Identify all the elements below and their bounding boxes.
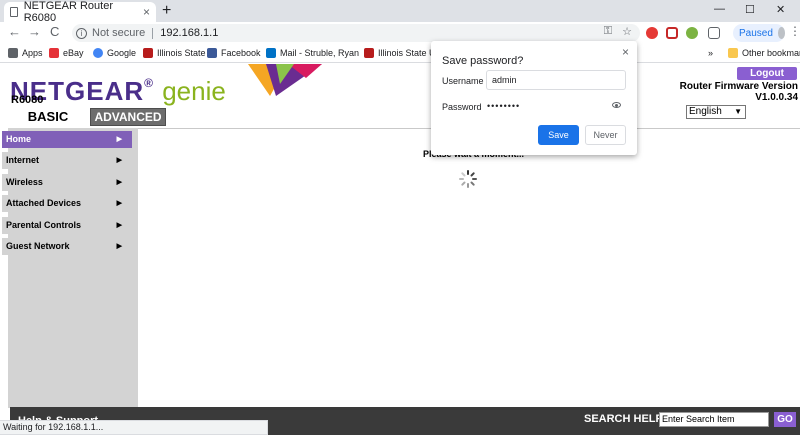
- firmware-label: Router Firmware Version: [679, 81, 798, 92]
- sidebar-item-label: Attached Devices: [6, 198, 82, 208]
- sidebar-item-home[interactable]: Home ▶: [2, 131, 132, 148]
- tab-close-icon[interactable]: ×: [143, 5, 150, 19]
- ebay-icon: [49, 48, 59, 58]
- chevron-right-icon: ▶: [116, 179, 122, 186]
- bookmarks-bar: Apps eBay Google Illinois State Facebook…: [0, 44, 800, 63]
- language-value: English: [689, 106, 722, 117]
- cast-icon[interactable]: [708, 27, 720, 39]
- sidebar-item-label: Parental Controls: [6, 220, 82, 230]
- bookmark-label: Apps: [22, 48, 43, 58]
- sidebar-item-parental-controls[interactable]: Parental Controls ▶: [2, 217, 132, 234]
- chevron-right-icon: ▶: [116, 157, 122, 164]
- password-label: Password: [442, 102, 482, 112]
- not-secure-label: Not secure: [92, 27, 146, 39]
- back-icon[interactable]: ←: [8, 25, 21, 39]
- save-password-dialog: Save password? × Username admin Password…: [431, 41, 637, 155]
- minimize-icon[interactable]: —: [714, 3, 725, 15]
- firmware-version: V1.0.0.34: [755, 92, 798, 103]
- new-tab-button[interactable]: +: [162, 2, 171, 20]
- redbird-icon: [364, 48, 374, 58]
- dropdown-arrow-icon: ▼: [734, 107, 742, 116]
- loading-spinner-icon: [459, 170, 477, 188]
- redbird-icon: [143, 48, 153, 58]
- menu-icon[interactable]: ⋮: [789, 25, 800, 38]
- save-button[interactable]: Save: [538, 125, 579, 145]
- maximize-icon[interactable]: ☐: [745, 3, 755, 16]
- browser-status-bar: Waiting for 192.168.1.1...: [0, 420, 268, 435]
- bookmark-label: Illinois State: [157, 48, 206, 58]
- page-icon: [10, 7, 18, 17]
- key-icon[interactable]: ⚿: [604, 25, 612, 38]
- bookmark-facebook[interactable]: Facebook: [207, 48, 261, 58]
- opera-extension-icon[interactable]: [646, 27, 658, 39]
- password-field[interactable]: ••••••••: [487, 101, 520, 111]
- bookmark-other[interactable]: Other bookmarks: [728, 48, 800, 58]
- sidebar-item-label: Wireless: [6, 177, 43, 187]
- info-icon[interactable]: i: [76, 27, 87, 39]
- tab-advanced[interactable]: ADVANCED: [90, 108, 166, 126]
- bookmark-apps[interactable]: Apps: [8, 48, 43, 58]
- apps-icon: [8, 48, 18, 58]
- bookmark-label: Facebook: [221, 48, 261, 58]
- browser-tab[interactable]: NETGEAR Router R6080 ×: [4, 0, 156, 24]
- logout-button[interactable]: Logout: [737, 67, 797, 80]
- sidebar-item-guest-network[interactable]: Guest Network ▶: [2, 238, 132, 255]
- bookmark-illinois-state[interactable]: Illinois State: [143, 48, 206, 58]
- search-help-input[interactable]: Enter Search Item: [659, 412, 769, 427]
- bookmark-label: Google: [107, 48, 137, 58]
- sidebar-item-attached-devices[interactable]: Attached Devices ▶: [2, 195, 132, 212]
- sidebar-item-label: Guest Network: [6, 241, 70, 251]
- window-close-icon[interactable]: ✕: [776, 3, 785, 16]
- dialog-title: Save password?: [442, 55, 524, 67]
- eye-icon[interactable]: [612, 102, 621, 108]
- pocket-extension-icon[interactable]: [666, 27, 678, 39]
- logo-shards-graphic: [248, 64, 322, 96]
- firmware-info: Router Firmware Version V1.0.0.34: [680, 81, 798, 103]
- bookmark-google[interactable]: Google: [93, 48, 136, 58]
- bookmark-label: Other bookmarks: [742, 48, 800, 58]
- username-field[interactable]: admin: [486, 70, 626, 90]
- reload-icon[interactable]: C: [50, 25, 59, 39]
- address-bar[interactable]: i Not secure 192.168.1.1 ⚿ ☆: [72, 24, 640, 42]
- browser-toolbar: ← → C i Not secure 192.168.1.1 ⚿ ☆ Pause…: [0, 22, 800, 44]
- chevron-right-icon: ▶: [116, 200, 122, 207]
- close-icon[interactable]: ×: [622, 45, 629, 59]
- chevron-right-icon: ▶: [116, 136, 122, 143]
- language-select[interactable]: English ▼: [686, 105, 746, 119]
- bookmarks-overflow[interactable]: »: [708, 48, 713, 58]
- green-extension-icon[interactable]: [686, 27, 698, 39]
- bookmark-mail[interactable]: Mail - Struble, Ryan: [266, 48, 359, 58]
- bookmark-label: eBay: [63, 48, 84, 58]
- sidebar-item-label: Home: [6, 134, 32, 144]
- bookmark-ebay[interactable]: eBay: [49, 48, 84, 58]
- genie-text: genie: [162, 76, 226, 106]
- avatar: [777, 27, 785, 39]
- profile-label: Paused: [739, 27, 773, 39]
- tab-title: NETGEAR Router R6080: [23, 0, 113, 24]
- go-button[interactable]: GO: [774, 412, 796, 427]
- chevron-right-icon: ▶: [116, 222, 122, 229]
- omnibox-divider: [152, 27, 154, 39]
- username-label: Username: [442, 76, 484, 86]
- tab-basic[interactable]: BASIC: [8, 108, 88, 126]
- bookmark-label: Mail - Struble, Ryan: [280, 48, 360, 58]
- sidebar-item-wireless[interactable]: Wireless ▶: [2, 174, 132, 191]
- sidebar-item-label: Internet: [6, 155, 40, 165]
- chevron-right-icon: ▶: [116, 243, 122, 250]
- facebook-icon: [207, 48, 217, 58]
- profile-button[interactable]: Paused: [733, 24, 785, 42]
- router-model: R6080: [11, 94, 44, 106]
- sidebar-item-internet[interactable]: Internet ▶: [2, 152, 132, 169]
- browser-tab-strip: NETGEAR Router R6080 × + — ☐ ✕: [0, 0, 800, 24]
- url-text[interactable]: 192.168.1.1: [160, 27, 218, 39]
- never-button[interactable]: Never: [585, 125, 626, 145]
- search-help-label: SEARCH HELP: [584, 413, 663, 425]
- google-icon: [93, 48, 103, 58]
- forward-icon[interactable]: →: [28, 25, 41, 39]
- outlook-icon: [266, 48, 276, 58]
- folder-icon: [728, 48, 738, 58]
- sidebar: [8, 128, 138, 408]
- overflow-icon: »: [708, 48, 714, 58]
- star-icon[interactable]: ☆: [622, 25, 632, 38]
